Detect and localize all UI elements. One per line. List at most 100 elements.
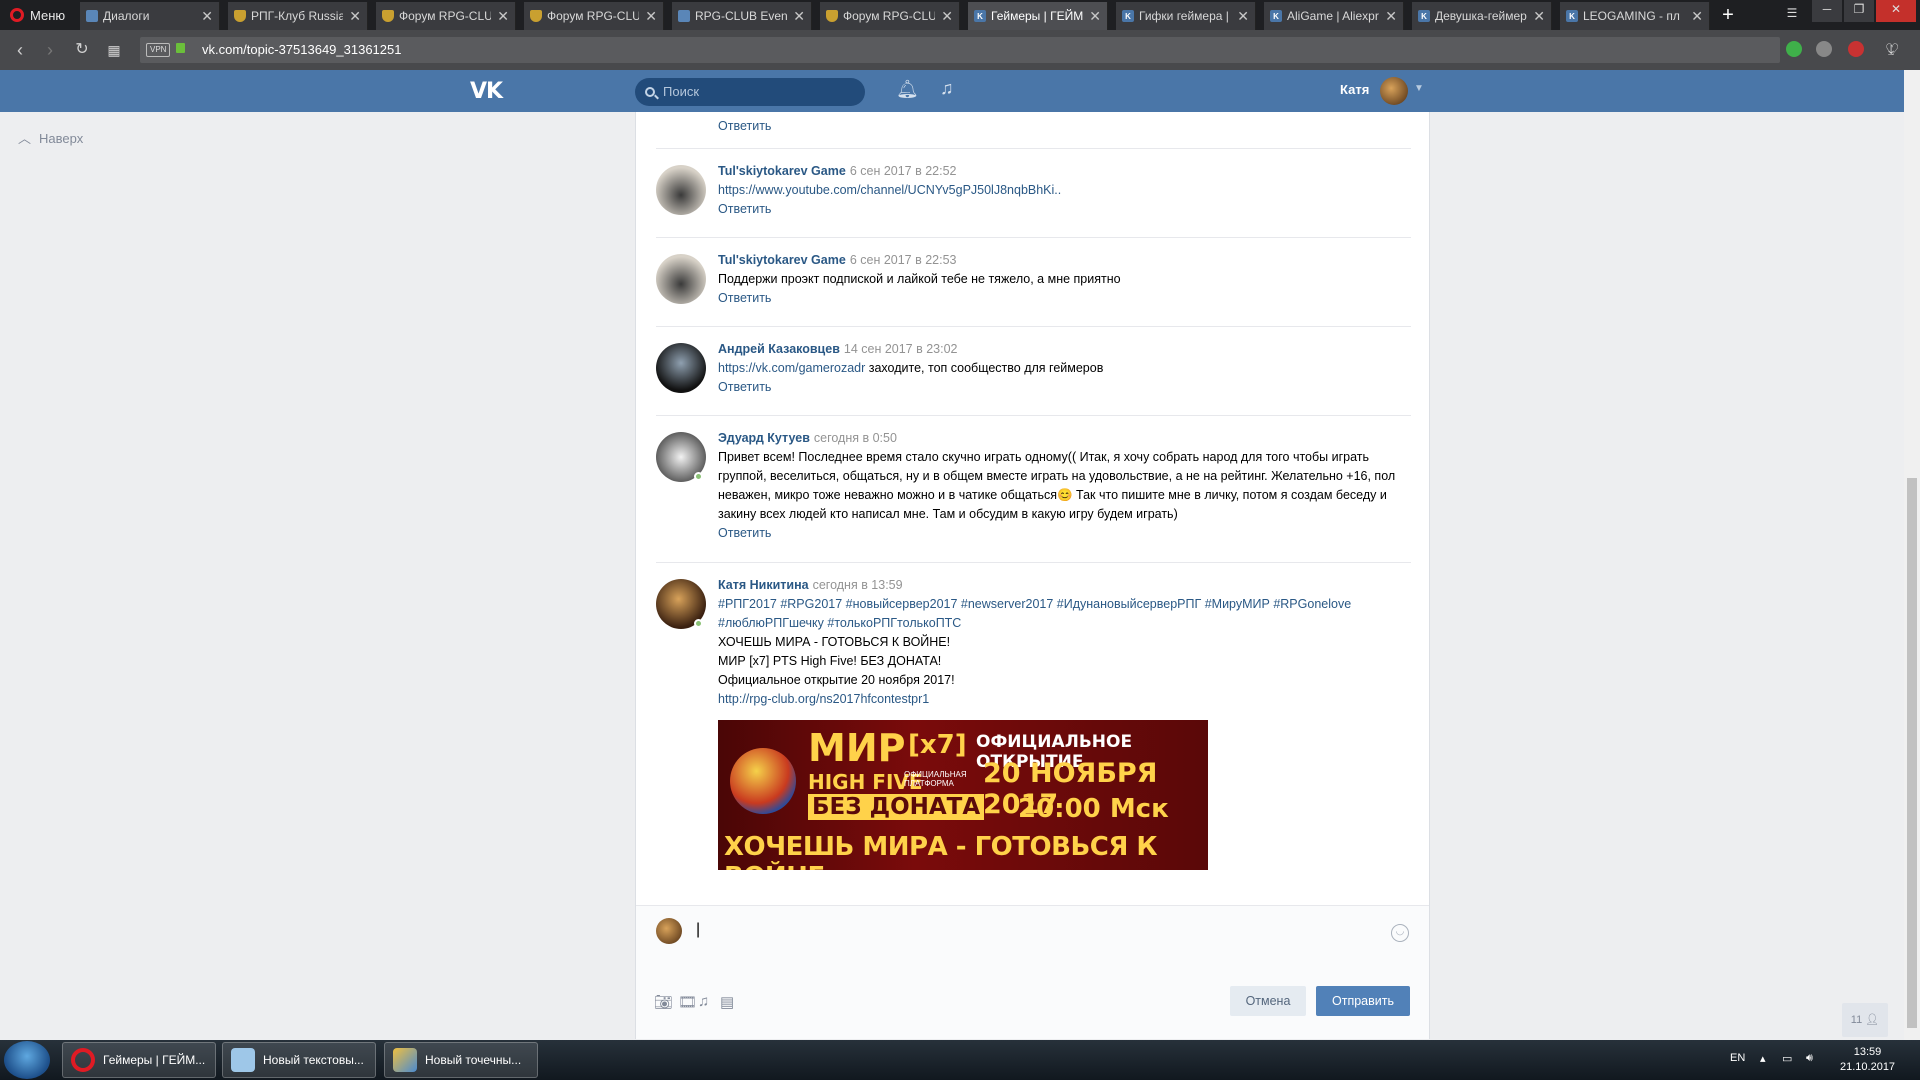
close-tab-icon[interactable]: ✕ (1237, 8, 1249, 25)
music-icon[interactable]: ♫ (940, 78, 954, 99)
reply-link[interactable]: Ответить (718, 202, 771, 216)
tab[interactable]: Форум RPG-CLUB ✕ (524, 2, 664, 30)
back-button[interactable]: ‹ (8, 38, 32, 62)
comment-hashtags[interactable]: #РПГ2017 #RPG2017 #новыйсервер2017 #news… (718, 595, 1411, 633)
speed-dial-icon[interactable]: ▦ (102, 38, 126, 62)
document-icon[interactable]: ▤ (720, 993, 734, 1011)
network-icon[interactable]: ▭ (1782, 1052, 1792, 1065)
tab[interactable]: K Гифки геймера | ✕ (1116, 2, 1256, 30)
cancel-button[interactable]: Отмена (1230, 986, 1306, 1016)
comment-date[interactable]: 6 сен 2017 в 22:53 (850, 253, 957, 267)
tab[interactable]: K AliGame | Aliexpr ✕ (1264, 2, 1404, 30)
url-field[interactable]: VPN vk.com/topic-37513649_31361251 ♡ (140, 37, 1899, 63)
tab[interactable]: Диалоги ✕ (80, 2, 220, 30)
avatar[interactable] (656, 254, 706, 304)
tab-title: RPG-CLUB Events (695, 9, 788, 23)
user-name[interactable]: Катя (1340, 82, 1369, 97)
comment-date[interactable]: сегодня в 13:59 (813, 578, 903, 592)
comment-link[interactable]: https://vk.com/gamerozadr (718, 361, 865, 375)
search-placeholder: Поиск (663, 84, 700, 99)
reply-link[interactable]: Ответить (718, 119, 771, 133)
vk-logo[interactable]: VK (470, 79, 503, 104)
send-button[interactable]: Отправить (1316, 986, 1410, 1016)
taskbar-item-opera[interactable]: Геймеры | ГЕЙМ... (62, 1042, 216, 1078)
volume-icon[interactable]: 🔊︎ (1806, 1052, 1813, 1065)
reply-link[interactable]: Ответить (718, 380, 771, 394)
avatar[interactable] (656, 165, 706, 215)
tab-title: AliGame | Aliexpr (1287, 9, 1379, 23)
url-text[interactable]: vk.com/topic-37513649_31361251 (202, 42, 401, 57)
comment-author[interactable]: Tul'skiytokarev Game (718, 164, 846, 178)
shield-extension-icon[interactable] (1786, 41, 1802, 57)
close-tab-icon[interactable]: ✕ (349, 8, 361, 25)
minimize-button[interactable]: ─ (1812, 0, 1842, 22)
comment-input[interactable]: | (696, 914, 1396, 954)
comment-link[interactable]: http://rpg-club.org/ns2017hfcontestpr1 (718, 690, 1411, 709)
tab[interactable]: Форум RPG-CLUB ✕ (376, 2, 516, 30)
music-icon[interactable]: ♫ (698, 993, 709, 1010)
language-indicator[interactable]: EN (1730, 1052, 1745, 1064)
video-icon[interactable]: 🎞︎ (678, 993, 697, 1011)
comment-date[interactable]: сегодня в 0:50 (814, 431, 897, 445)
notifications-bell-icon[interactable]: 🔔︎ (896, 79, 919, 100)
tab-title: РПГ-Клуб Russia (251, 9, 344, 23)
taskbar-item-paint[interactable]: Новый точечны... (384, 1042, 538, 1078)
server-banner-image[interactable]: МИР [x7] HIGH FIVE ОФИЦИАЛЬНАЯ ПЛАТФОРМА… (718, 720, 1208, 870)
online-users-button[interactable]: 11 👤︎ (1842, 1003, 1888, 1037)
close-tab-icon[interactable]: ✕ (1691, 8, 1703, 25)
banner-rate: [x7] (908, 730, 967, 760)
close-tab-icon[interactable]: ✕ (201, 8, 213, 25)
avatar[interactable] (656, 343, 706, 393)
scrollbar-thumb[interactable] (1907, 478, 1917, 1028)
scrollbar[interactable] (1904, 70, 1920, 1040)
opera-menu-button[interactable]: Меню (0, 0, 78, 30)
clock[interactable]: 13:59 21.10.2017 (1840, 1045, 1895, 1075)
comment-link[interactable]: https://www.youtube.com/channel/UCNYv5gP… (718, 183, 1061, 197)
close-tab-icon[interactable]: ✕ (645, 8, 657, 25)
close-tab-icon[interactable]: ✕ (793, 8, 805, 25)
comment-text-line: Официальное открытие 20 ноября 2017! (718, 673, 955, 687)
search-input[interactable]: Поиск (635, 78, 865, 106)
download-icon[interactable]: ⤓ (1888, 41, 1904, 57)
start-button[interactable] (4, 1041, 50, 1079)
comment-author[interactable]: Андрей Казаковцев (718, 342, 840, 356)
taskbar-item-notepad[interactable]: Новый текстовы... (222, 1042, 376, 1078)
scroll-to-top-link[interactable]: ︿ Наверх (18, 128, 83, 147)
close-window-button[interactable]: ✕ (1876, 0, 1916, 22)
close-tab-icon[interactable]: ✕ (1089, 8, 1101, 25)
close-tab-icon[interactable]: ✕ (1385, 8, 1397, 25)
camera-icon[interactable]: 📷︎ (654, 993, 673, 1011)
adblock-extension-icon[interactable] (1848, 41, 1864, 57)
comment-author[interactable]: Катя Никитина (718, 578, 809, 592)
emoji-icon[interactable]: ◡ (1391, 924, 1409, 942)
forward-button[interactable]: › (38, 38, 62, 62)
tab[interactable]: Форум RPG-CLUB ✕ (820, 2, 960, 30)
avatar[interactable] (1380, 77, 1408, 105)
lock-icon[interactable] (176, 43, 185, 53)
globe-extension-icon[interactable] (1816, 41, 1832, 57)
comment-author[interactable]: Tul'skiytokarev Game (718, 253, 846, 267)
close-tab-icon[interactable]: ✕ (497, 8, 509, 25)
tray-arrow-icon[interactable]: ▴ (1760, 1052, 1766, 1065)
comment-date[interactable]: 6 сен 2017 в 22:52 (850, 164, 957, 178)
close-tab-icon[interactable]: ✕ (1533, 8, 1545, 25)
comment-date[interactable]: 14 сен 2017 в 23:02 (844, 342, 958, 356)
maximize-button[interactable]: ❐ (1844, 0, 1874, 22)
shield-icon (530, 10, 542, 22)
tab[interactable]: РПГ-Клуб Russia ✕ (228, 2, 368, 30)
tab-active[interactable]: K Геймеры | ГЕЙМЕ ✕ (968, 2, 1108, 30)
reload-button[interactable]: ↻ (70, 38, 94, 62)
vpn-badge[interactable]: VPN (146, 43, 171, 57)
tab[interactable]: K LEOGAMING - пл ✕ (1560, 2, 1710, 30)
tab-title: Диалоги (103, 9, 150, 23)
reply-link[interactable]: Ответить (718, 291, 771, 305)
comment-author[interactable]: Эдуард Кутуев (718, 431, 810, 445)
reply-link[interactable]: Ответить (718, 526, 771, 540)
close-tab-icon[interactable]: ✕ (941, 8, 953, 25)
chevron-down-icon[interactable]: ▼ (1414, 83, 1424, 94)
new-tab-button[interactable]: + (1716, 2, 1740, 28)
tab[interactable]: RPG-CLUB Events ✕ (672, 2, 812, 30)
vk-icon: K (1418, 10, 1430, 22)
tab-menu-icon[interactable]: ☰ (1780, 4, 1804, 26)
tab[interactable]: K Девушка-геймер ✕ (1412, 2, 1552, 30)
